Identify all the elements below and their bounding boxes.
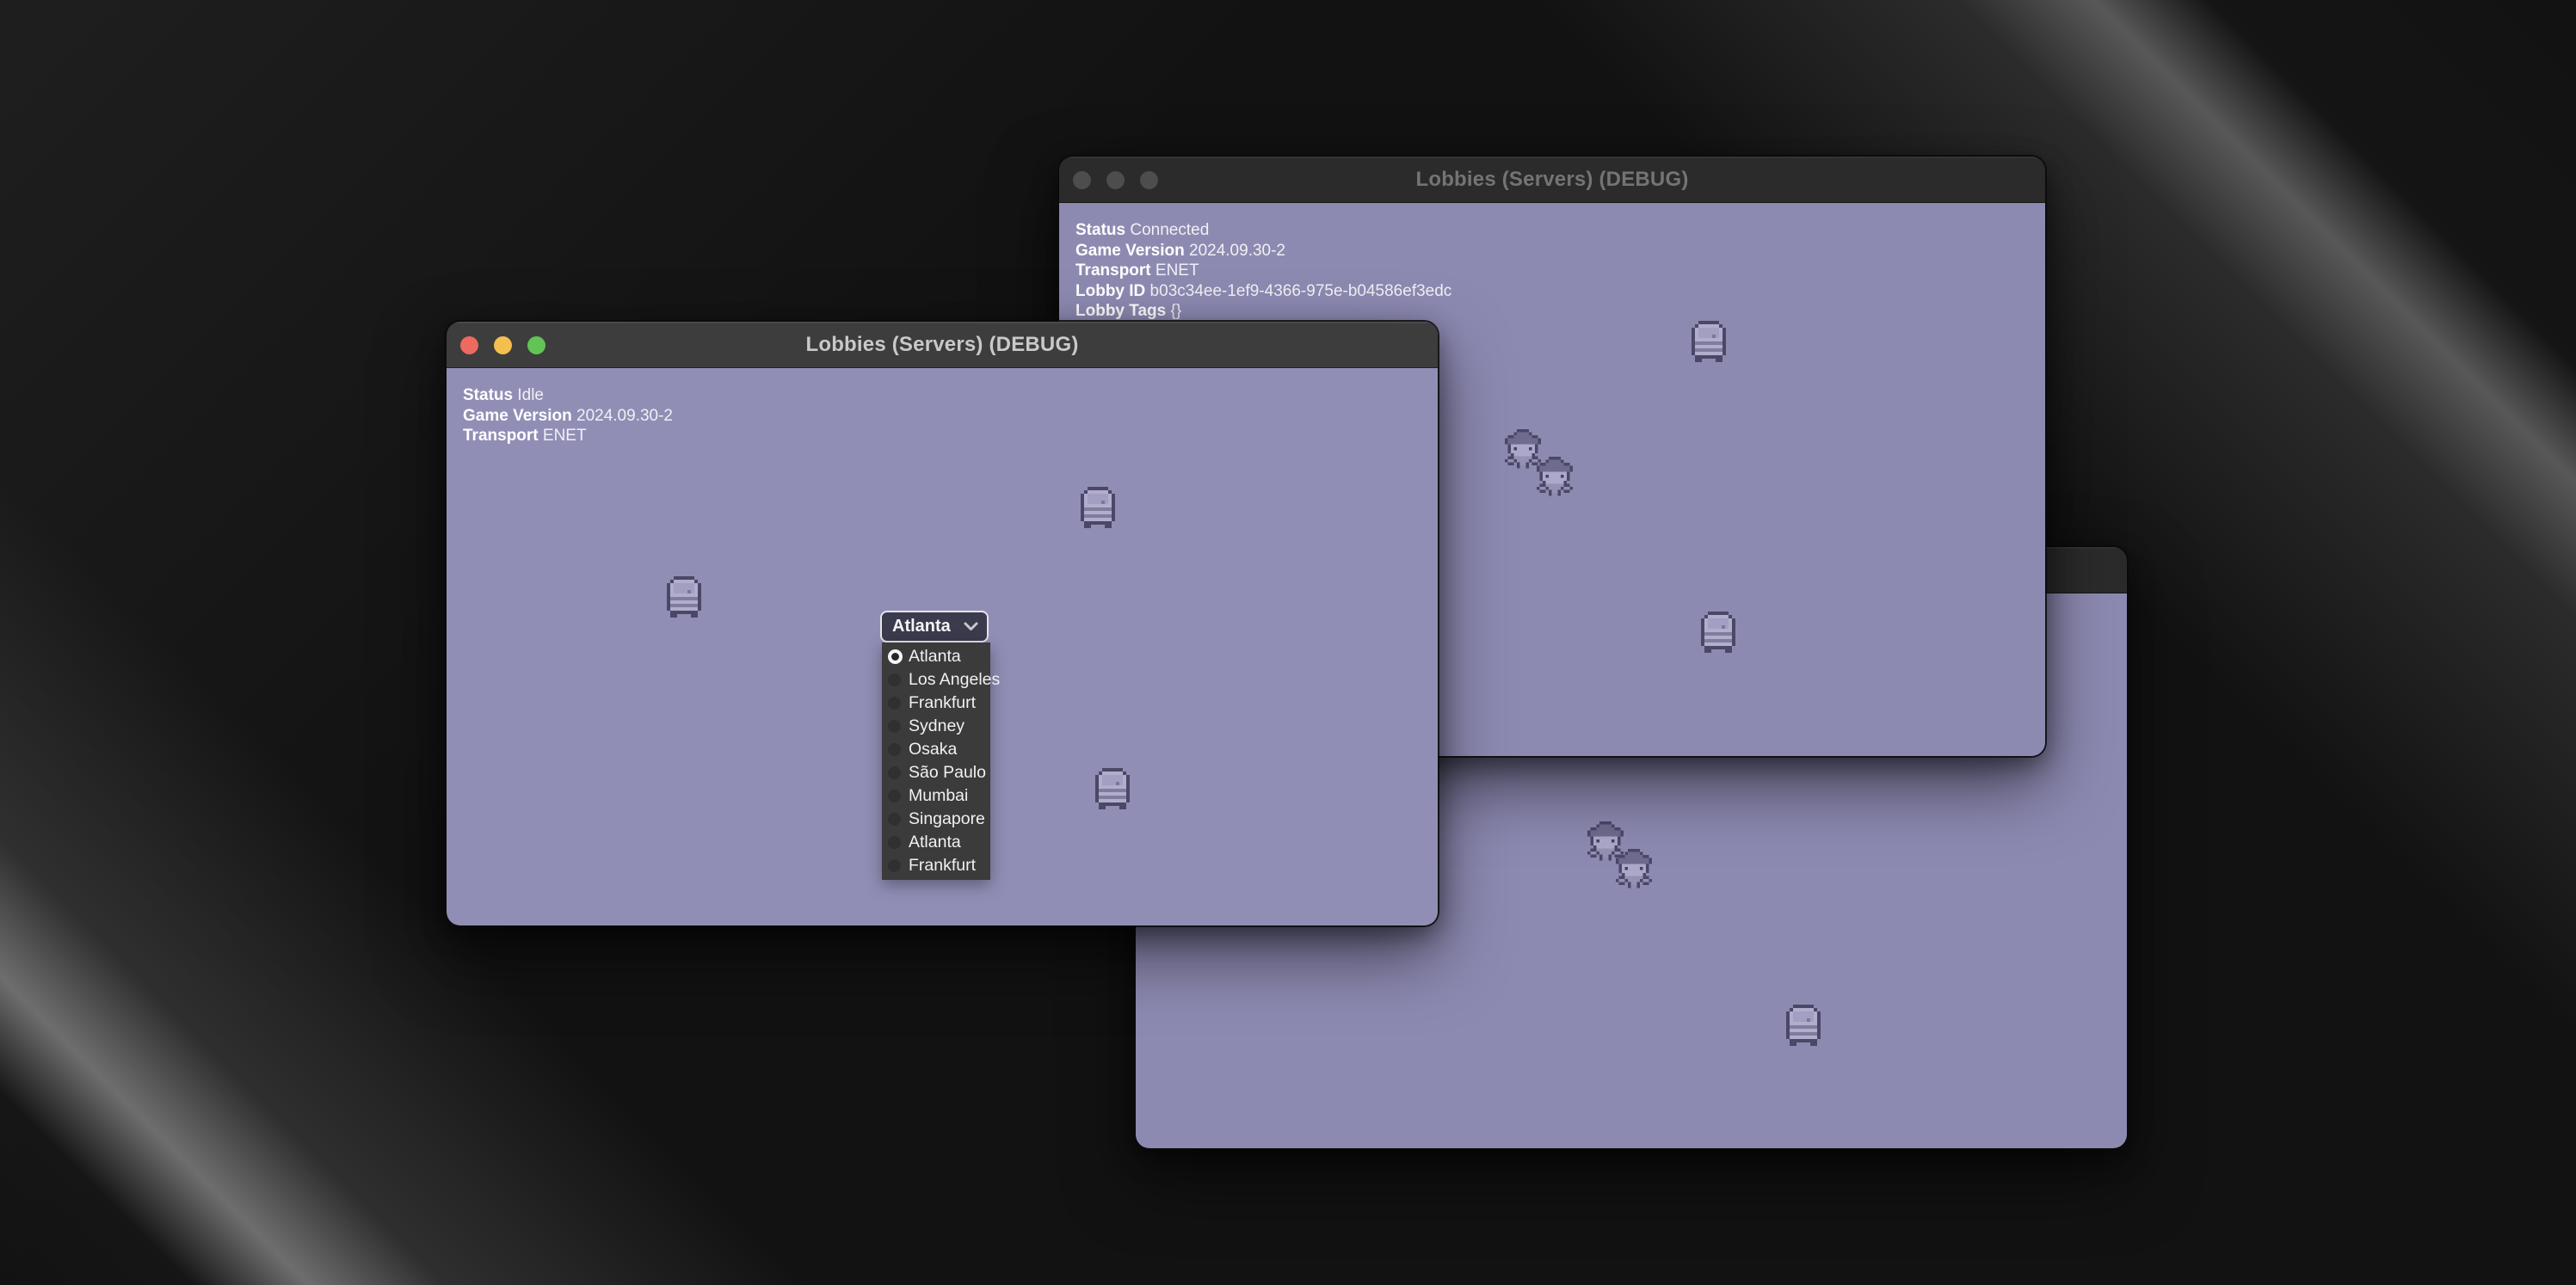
status-value: b03c34ee-1ef9-4366-975e-b04586ef3edc: [1145, 282, 1451, 300]
close-button[interactable]: [460, 336, 478, 354]
pot-sprite[interactable]: [667, 576, 701, 618]
cowboy-sprite: [1616, 849, 1652, 888]
status-value: 2024.09.30-2: [1185, 242, 1285, 260]
dropdown-option-label: Atlanta: [909, 833, 961, 852]
pot-sprite[interactable]: [1692, 321, 1726, 362]
pot-sprite[interactable]: [1786, 1005, 1821, 1046]
status-label: Lobby ID: [1075, 282, 1145, 300]
status-line: Lobby ID b03c34ee-1ef9-4366-975e-b04586e…: [1075, 281, 1451, 302]
status-line: Transport ENET: [1075, 261, 1451, 281]
status-value: {}: [1166, 302, 1181, 320]
radio-icon: [888, 766, 901, 779]
dropdown-option-label: Frankfurt: [909, 693, 976, 713]
zoom-button[interactable]: [1140, 171, 1158, 189]
pot-sprite[interactable]: [1701, 612, 1735, 653]
status-value: Idle: [513, 386, 544, 404]
dropdown-option-label: Sydney: [909, 716, 964, 736]
region-dropdown-menu: AtlantaLos AngelesFrankfurtSydneyOsakaSã…: [882, 642, 990, 880]
region-select[interactable]: Atlanta: [880, 611, 989, 642]
close-button[interactable]: [1073, 171, 1091, 189]
dropdown-option[interactable]: Mumbai: [882, 784, 990, 808]
minimize-button[interactable]: [1106, 171, 1125, 189]
zoom-button[interactable]: [527, 336, 545, 354]
status-label: Transport: [1075, 261, 1151, 280]
dropdown-option-label: Mumbai: [909, 786, 968, 806]
dropdown-option-label: Singapore: [909, 809, 985, 829]
titlebar[interactable]: Lobbies (Servers) (DEBUG): [1059, 157, 2045, 203]
status-line: Transport ENET: [463, 426, 673, 446]
status-label: Game Version: [463, 407, 572, 425]
status-value: Connected: [1125, 221, 1209, 239]
window-lobbies-front[interactable]: Lobbies (Servers) (DEBUG) Status IdleGam…: [447, 322, 1438, 925]
dropdown-option-label: Osaka: [909, 740, 957, 759]
chevron-down-icon: [964, 622, 978, 631]
radio-icon: [888, 720, 901, 733]
status-value: ENET: [1151, 261, 1199, 280]
radio-icon: [888, 859, 901, 872]
status-label: Game Version: [1075, 242, 1185, 260]
status-block: Status ConnectedGame Version 2024.09.30-…: [1075, 220, 1451, 322]
traffic-lights: [460, 322, 545, 368]
pot-sprite[interactable]: [1095, 768, 1130, 809]
dropdown-option-label: Atlanta: [909, 647, 961, 667]
dropdown-option[interactable]: Frankfurt: [882, 854, 990, 877]
desktop: { "app": { "name": "Lobbies (Servers) (D…: [0, 0, 2576, 1285]
dropdown-option[interactable]: Los Angeles: [882, 668, 990, 692]
radio-icon: [888, 836, 901, 849]
status-line: Status Connected: [1075, 220, 1451, 241]
traffic-lights: [1073, 157, 1158, 203]
dropdown-option[interactable]: São Paulo: [882, 761, 990, 784]
titlebar[interactable]: Lobbies (Servers) (DEBUG): [447, 322, 1438, 368]
status-label: Status: [1075, 221, 1125, 239]
minimize-button[interactable]: [494, 336, 512, 354]
status-value: ENET: [539, 427, 587, 445]
dropdown-option[interactable]: Frankfurt: [882, 692, 990, 715]
status-line: Game Version 2024.09.30-2: [1075, 241, 1451, 261]
status-label: Lobby Tags: [1075, 302, 1166, 320]
cowboy-sprite: [1537, 457, 1573, 496]
dropdown-option-label: Los Angeles: [909, 670, 1000, 690]
dropdown-option-label: São Paulo: [909, 763, 986, 783]
status-line: Lobby Tags {}: [1075, 301, 1451, 322]
dropdown-option[interactable]: Atlanta: [882, 645, 990, 668]
radio-icon: [888, 673, 901, 686]
cowboy-sprite: [1505, 429, 1541, 469]
dropdown-option[interactable]: Singapore: [882, 808, 990, 831]
dropdown-option-label: Frankfurt: [909, 856, 976, 876]
window-title: Lobbies (Servers) (DEBUG): [1415, 168, 1688, 192]
status-label: Status: [463, 386, 513, 404]
status-line: Game Version 2024.09.30-2: [463, 406, 673, 427]
dropdown-option[interactable]: Sydney: [882, 715, 990, 738]
status-label: Transport: [463, 427, 539, 445]
window-title: Lobbies (Servers) (DEBUG): [805, 333, 1078, 357]
dropdown-option[interactable]: Osaka: [882, 738, 990, 761]
dropdown-option[interactable]: Atlanta: [882, 831, 990, 854]
region-select-value: Atlanta: [892, 617, 964, 636]
status-block: Status IdleGame Version 2024.09.30-2Tran…: [463, 385, 673, 446]
status-value: 2024.09.30-2: [572, 407, 673, 425]
radio-selected-icon: [888, 649, 903, 664]
status-line: Status Idle: [463, 385, 673, 406]
pot-sprite[interactable]: [1081, 487, 1115, 528]
radio-icon: [888, 790, 901, 802]
radio-icon: [888, 743, 901, 756]
lobby-viewport: Status IdleGame Version 2024.09.30-2Tran…: [447, 368, 1438, 925]
radio-icon: [888, 697, 901, 710]
radio-icon: [888, 813, 901, 826]
